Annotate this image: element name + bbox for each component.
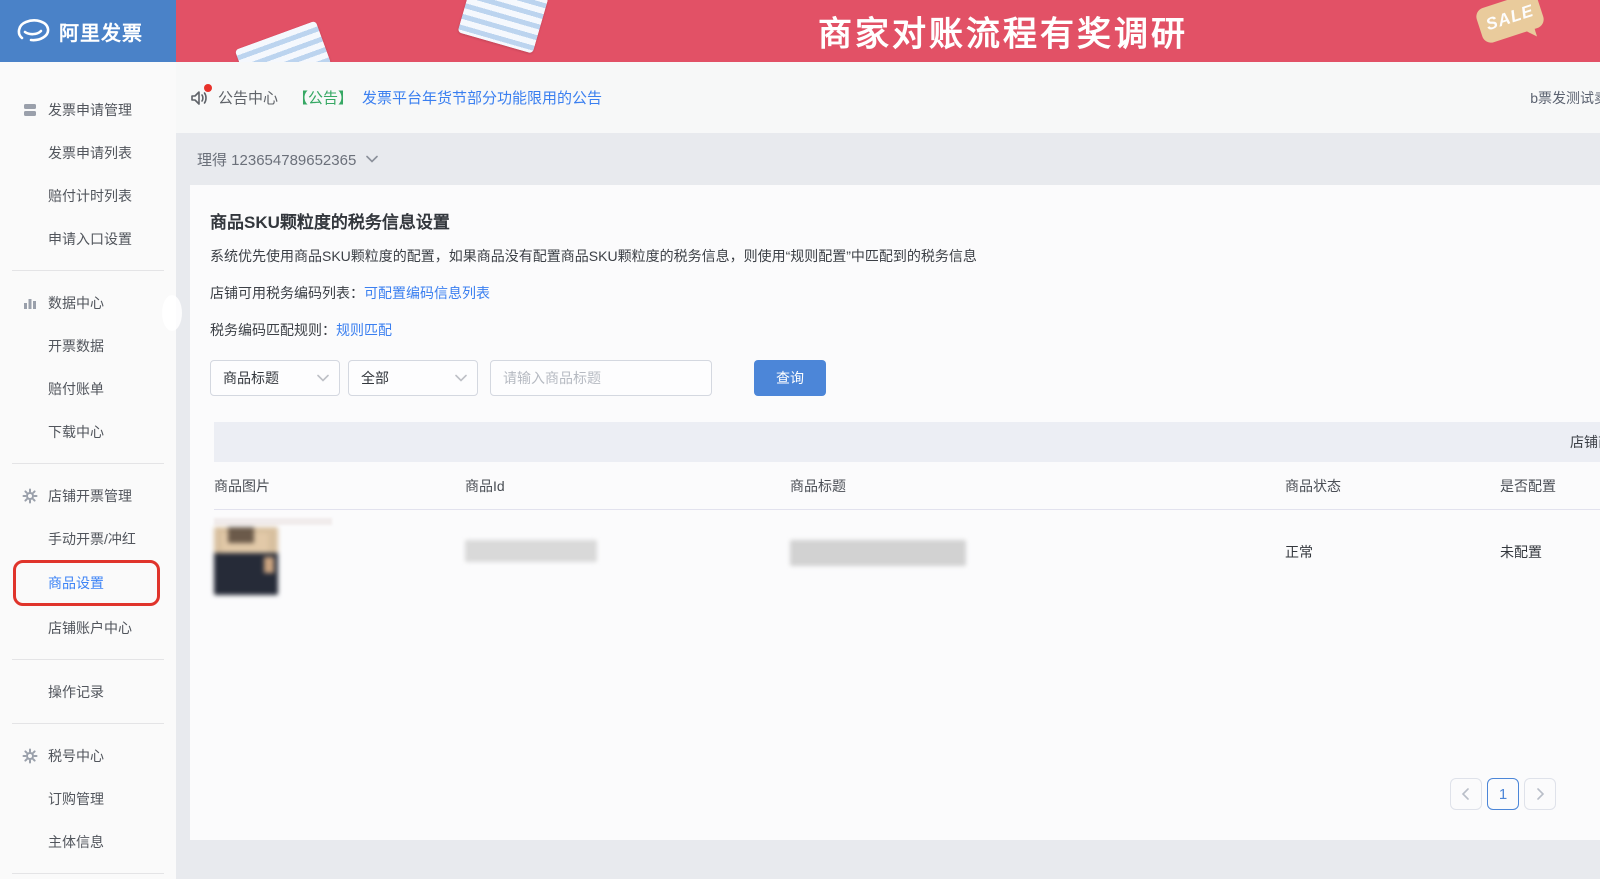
pagination: 1 xyxy=(210,778,1600,840)
chevron-down-icon xyxy=(366,155,379,163)
notification-dot xyxy=(204,83,212,92)
sidebar: 阿里发票 发票申请管理 发票申请列表 赔付计时列表 申请入口设置 数据中心 开票… xyxy=(0,0,176,879)
sidebar-divider xyxy=(12,270,164,271)
config-status-cell: 未配置 xyxy=(1500,518,1600,562)
sidebar-item-shop-account-center[interactable]: 店铺账户中心 xyxy=(0,606,176,649)
sidebar-item-compensation-timer-list[interactable]: 赔付计时列表 xyxy=(0,174,176,217)
header-product-title: 商品标题 xyxy=(790,477,846,494)
keyword-input[interactable] xyxy=(490,360,712,396)
gear-icon xyxy=(22,748,38,763)
gear-icon xyxy=(22,488,38,503)
speaker-icon xyxy=(189,83,212,108)
blurred-label xyxy=(214,518,332,525)
sidebar-item-apply-entry-settings[interactable]: 申请入口设置 xyxy=(0,217,176,260)
announcement-tag: 【公告】 xyxy=(293,90,354,107)
sidebar-item-invoice-apply-list[interactable]: 发票申请列表 xyxy=(0,131,176,174)
search-button[interactable]: 查询 xyxy=(754,360,826,396)
bar-chart-icon xyxy=(24,298,36,309)
sidebar-divider xyxy=(12,463,164,464)
sidebar-collapse-handle[interactable] xyxy=(162,295,182,331)
sidebar-item-entity-info[interactable]: 主体信息 xyxy=(0,820,176,863)
product-thumbnail[interactable] xyxy=(214,527,278,595)
sidebar-group-label: 税号中心 xyxy=(48,747,104,764)
field-select[interactable]: 商品标题 xyxy=(210,360,340,396)
active-item-highlight-box: 商品设置 xyxy=(13,560,160,606)
next-page-button[interactable] xyxy=(1524,778,1556,810)
sidebar-divider xyxy=(12,873,164,874)
header-product-id: 商品Id xyxy=(465,477,505,494)
logo[interactable]: 阿里发票 xyxy=(0,0,176,62)
rule-match-link[interactable]: 规则匹配 xyxy=(336,322,392,338)
sidebar-group-tax-id-center[interactable]: 税号中心 xyxy=(0,734,176,777)
sidebar-item-download-center[interactable]: 下载中心 xyxy=(0,410,176,453)
content-card: 商品SKU颗粒度的税务信息设置 系统优先使用商品SKU颗粒度的配置，如果商品没有… xyxy=(190,185,1600,840)
page-title: 商品SKU颗粒度的税务信息设置 xyxy=(210,213,450,232)
banner-title: 商家对账流程有奖调研 xyxy=(818,15,1188,54)
sidebar-group-data-center[interactable]: 数据中心 xyxy=(0,281,176,324)
sidebar-item-operation-log[interactable]: 操作记录 xyxy=(0,670,176,713)
shop-selector-label: 理得 123654789652365 xyxy=(197,151,357,169)
invoice-icon xyxy=(24,103,36,116)
app-root: 阿里发票 发票申请管理 发票申请列表 赔付计时列表 申请入口设置 数据中心 开票… xyxy=(0,0,1600,879)
sidebar-item-manual-invoice[interactable]: 手动开票/冲红 xyxy=(0,517,176,560)
sidebar-group-invoice-apply[interactable]: 发票申请管理 xyxy=(0,88,176,131)
status-select[interactable]: 全部 xyxy=(348,360,478,396)
table-header-row: 商品图片 商品Id 商品标题 商品状态 是否配置 xyxy=(214,462,1600,510)
config-status-value: 未配置 xyxy=(1500,544,1542,560)
header-product-status: 商品状态 xyxy=(1285,477,1341,494)
page-number-button[interactable]: 1 xyxy=(1487,778,1519,810)
logo-text: 阿里发票 xyxy=(59,22,143,45)
account-name[interactable]: b票发测试卖家 xyxy=(1530,88,1600,108)
blurred-product-title xyxy=(790,540,966,566)
product-title-cell xyxy=(790,518,1285,566)
chevron-right-icon xyxy=(1537,788,1545,800)
sidebar-item-invoicing-data[interactable]: 开票数据 xyxy=(0,324,176,367)
status-value: 正常 xyxy=(1285,544,1313,560)
sidebar-group-label: 数据中心 xyxy=(48,294,104,311)
announcement-bar: 公告中心 【公告】 发票平台年货节部分功能限用的公告 b票发测试卖家 xyxy=(176,62,1600,133)
shop-selector[interactable]: 理得 123654789652365 xyxy=(190,133,1600,185)
promo-banner[interactable]: 商家对账流程有奖调研 SALE xyxy=(176,0,1600,62)
rule-match-label: 税务编码匹配规则： xyxy=(210,322,336,338)
announcement-link[interactable]: 发票平台年货节部分功能限用的公告 xyxy=(362,87,602,108)
product-status-cell: 正常 xyxy=(1285,518,1500,562)
sidebar-divider xyxy=(12,723,164,724)
product-image-cell xyxy=(214,518,465,595)
filter-bar: 商品标题 全部 查询 xyxy=(210,360,1600,396)
sidebar-group-label: 发票申请管理 xyxy=(48,101,132,118)
tax-code-list-label: 店铺可用税务编码列表： xyxy=(210,285,364,301)
page-description: 系统优先使用商品SKU颗粒度的配置，如果商品没有配置商品SKU颗粒度的税务信息，… xyxy=(210,248,977,264)
sidebar-group-label: 店铺开票管理 xyxy=(48,487,132,504)
sidebar-nav: 发票申请管理 发票申请列表 赔付计时列表 申请入口设置 数据中心 开票数据 赔付… xyxy=(0,62,176,879)
sidebar-item-compensation-bill[interactable]: 赔付账单 xyxy=(0,367,176,410)
announcement-center-label[interactable]: 公告中心 xyxy=(218,87,278,108)
shop-products-tab[interactable]: 店铺商品 xyxy=(1570,432,1600,452)
blurred-product-id xyxy=(465,540,597,562)
chevron-left-icon xyxy=(1461,788,1469,800)
prev-page-button[interactable] xyxy=(1450,778,1482,810)
sidebar-item-product-settings[interactable]: 商品设置 xyxy=(16,563,104,603)
chevron-down-icon xyxy=(455,374,467,382)
sidebar-item-order-management[interactable]: 订购管理 xyxy=(0,777,176,820)
header-config-status: 是否配置 xyxy=(1500,477,1556,494)
sidebar-group-shop-invoicing[interactable]: 店铺开票管理 xyxy=(0,474,176,517)
field-select-value: 商品标题 xyxy=(223,370,279,386)
table-tab-strip: 店铺商品 xyxy=(214,422,1600,462)
main-area: 商家对账流程有奖调研 SALE 公告中心 【公告】 发票平台年货节部分功能限用的… xyxy=(176,0,1600,879)
sidebar-divider xyxy=(12,659,164,660)
status-select-value: 全部 xyxy=(361,370,389,386)
product-id-cell xyxy=(465,518,790,562)
tax-code-list-link[interactable]: 可配置编码信息列表 xyxy=(364,285,490,301)
table-row[interactable]: 正常 未配置 xyxy=(214,510,1600,609)
content-wrapper: 理得 123654789652365 商品SKU颗粒度的税务信息设置 系统优先使… xyxy=(176,133,1600,879)
header-product-image: 商品图片 xyxy=(214,477,270,494)
alibaba-logo-icon xyxy=(17,19,50,42)
chevron-down-icon xyxy=(317,374,329,382)
